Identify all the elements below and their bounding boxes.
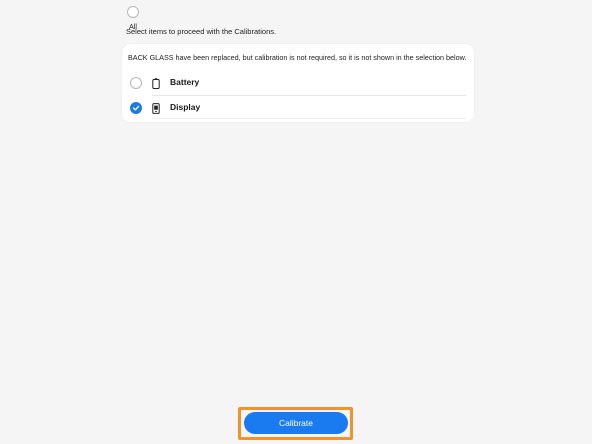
battery-icon xyxy=(152,76,160,94)
calibrate-button[interactable]: Calibrate xyxy=(244,412,348,434)
bottom-divider xyxy=(152,118,466,119)
back-glass-notice: BACK GLASS have been replaced, but calib… xyxy=(128,53,467,62)
display-label: Display xyxy=(170,102,201,112)
display-radio-checked[interactable] xyxy=(130,102,142,114)
battery-label: Battery xyxy=(170,77,200,87)
battery-radio[interactable] xyxy=(130,77,142,89)
display-icon xyxy=(152,101,160,119)
checkmark-icon xyxy=(132,105,140,111)
instruction-text: Select items to proceed with the Calibra… xyxy=(126,27,277,36)
list-item-battery[interactable]: Battery xyxy=(122,71,474,95)
list-item-display[interactable]: Display xyxy=(122,96,474,120)
select-all-radio[interactable] xyxy=(127,6,139,18)
calibration-card: BACK GLASS have been replaced, but calib… xyxy=(122,44,474,122)
